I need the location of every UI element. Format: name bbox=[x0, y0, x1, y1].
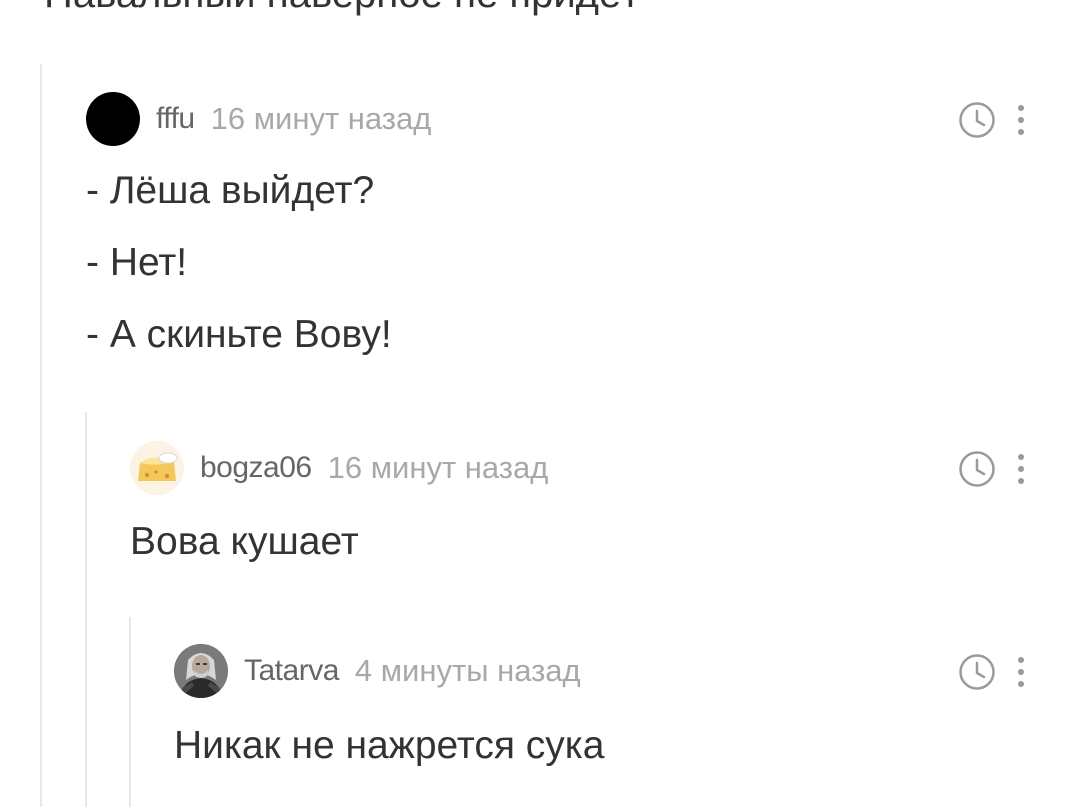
comment-timestamp[interactable]: 16 минут назад bbox=[328, 450, 549, 486]
more-vertical-icon[interactable] bbox=[1016, 105, 1026, 135]
avatar[interactable] bbox=[86, 92, 140, 146]
comment-header: bogza06 16 минут назад bbox=[130, 440, 548, 496]
comment-line: Вова кушает bbox=[130, 520, 359, 563]
comment-fffu: fffu 16 минут назад - Лёша выйдет? - Нет… bbox=[86, 91, 1046, 371]
comment-username[interactable]: bogza06 bbox=[200, 451, 312, 485]
comments-page: Навальный наверное не придёт fffu 16 мин… bbox=[0, 0, 1080, 807]
thread-line-level-3[interactable] bbox=[129, 617, 131, 807]
comment-header: Tatarva 4 минуты назад bbox=[174, 643, 581, 699]
comment-line: - Лёша выйдет? bbox=[86, 169, 375, 212]
previous-comment-text: Навальный наверное не придёт bbox=[44, 0, 640, 17]
comment-body: Никак не нажрется сука bbox=[174, 710, 604, 782]
comment-line: - А скиньте Вову! bbox=[86, 313, 392, 356]
more-vertical-icon[interactable] bbox=[1016, 657, 1026, 687]
comment-tatarva: Tatarva 4 минуты назад Никак не нажрется… bbox=[174, 643, 1046, 793]
comment-header: fffu 16 минут назад bbox=[86, 91, 431, 147]
comment-actions bbox=[958, 450, 1026, 488]
comment-body: Вова кушает bbox=[130, 506, 359, 578]
comment-username[interactable]: Tatarva bbox=[244, 654, 339, 688]
thread-line-level-1[interactable] bbox=[40, 64, 42, 807]
comment-username[interactable]: fffu bbox=[156, 102, 195, 136]
comment-timestamp[interactable]: 16 минут назад bbox=[211, 101, 432, 137]
more-vertical-icon[interactable] bbox=[1016, 454, 1026, 484]
comment-line: - Нет! bbox=[86, 241, 188, 284]
comment-line: Никак не нажрется сука bbox=[174, 724, 605, 767]
avatar[interactable] bbox=[130, 441, 184, 495]
comment-actions bbox=[958, 101, 1026, 139]
clock-icon[interactable] bbox=[958, 653, 996, 691]
clock-icon[interactable] bbox=[958, 101, 996, 139]
clock-icon[interactable] bbox=[958, 450, 996, 488]
avatar[interactable] bbox=[174, 644, 228, 698]
comment-timestamp[interactable]: 4 минуты назад bbox=[355, 653, 581, 689]
comment-actions bbox=[958, 653, 1026, 691]
comment-body: - Лёша выйдет? - Нет! - А скиньте Вову! bbox=[86, 155, 392, 371]
cheese-icon bbox=[130, 441, 184, 495]
thread-line-level-2[interactable] bbox=[85, 412, 87, 807]
comment-bogza06: bogza06 16 минут назад Вова кушает bbox=[130, 440, 1046, 580]
portrait-icon bbox=[174, 644, 228, 698]
